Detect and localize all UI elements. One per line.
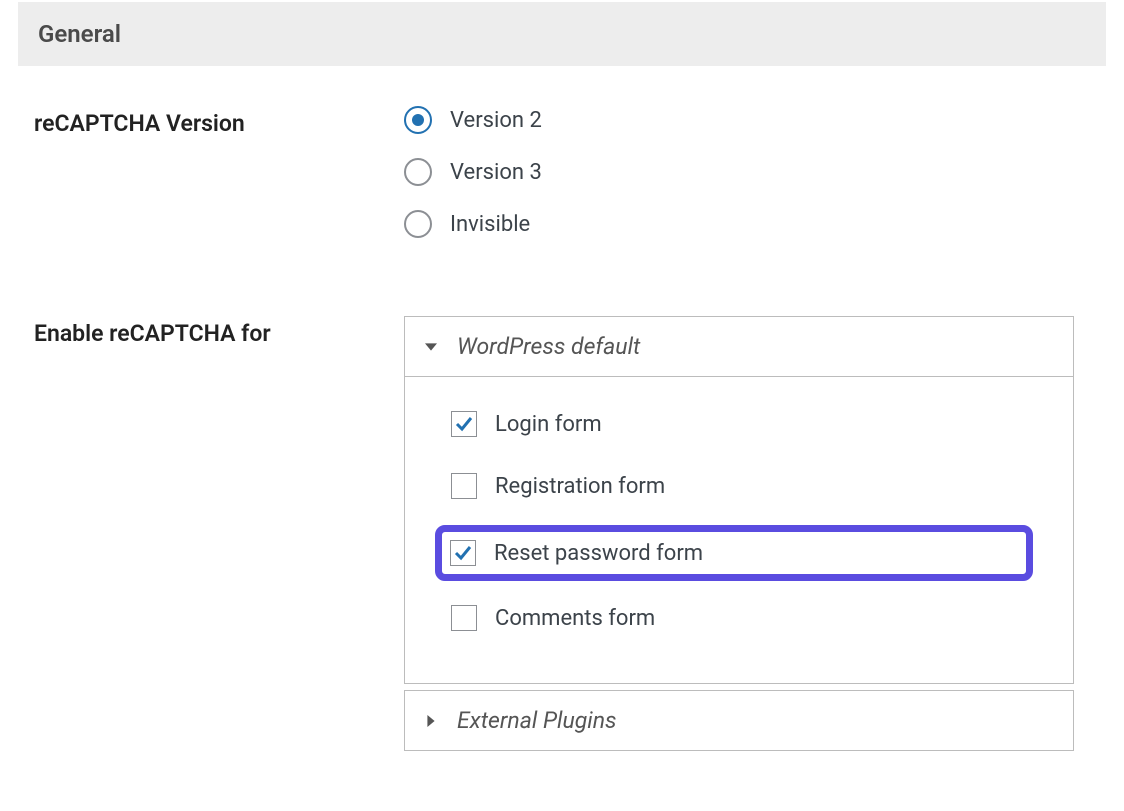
section-header-general: General [18, 2, 1106, 66]
radio-icon [404, 106, 432, 134]
accordion-header-wordpress-default[interactable]: WordPress default [405, 317, 1073, 376]
radio-icon [404, 158, 432, 186]
label-recaptcha-version: reCAPTCHA Version [34, 106, 404, 137]
checkbox-comments-form[interactable]: Comments form [445, 599, 1033, 637]
checkbox-icon [451, 473, 477, 499]
controls-enable-for: WordPress default Login form Registratio… [404, 316, 1124, 757]
label-enable-for: Enable reCAPTCHA for [34, 316, 404, 347]
checkbox-label: Comments form [495, 606, 655, 631]
radio-label: Invisible [450, 212, 530, 237]
checkbox-icon [451, 605, 477, 631]
chevron-down-icon [425, 341, 437, 353]
radio-invisible[interactable]: Invisible [404, 210, 1074, 238]
radio-label: Version 3 [450, 160, 542, 185]
checkbox-icon [451, 411, 477, 437]
radio-label: Version 2 [450, 108, 542, 133]
checkbox-label: Reset password form [494, 541, 703, 566]
accordion-header-external-plugins[interactable]: External Plugins [405, 691, 1073, 750]
controls-recaptcha-version: Version 2 Version 3 Invisible [404, 106, 1124, 262]
radio-version-2[interactable]: Version 2 [404, 106, 1074, 134]
accordion-title: WordPress default [457, 333, 640, 360]
row-recaptcha-version: reCAPTCHA Version Version 2 Version 3 In… [0, 106, 1124, 262]
accordion-wordpress-default: WordPress default Login form Registratio… [404, 316, 1074, 684]
checkbox-registration-form[interactable]: Registration form [445, 467, 1033, 505]
accordion-title: External Plugins [457, 707, 617, 734]
checkbox-label: Login form [495, 412, 602, 437]
accordion-body-wordpress-default: Login form Registration form Reset passw… [405, 376, 1073, 683]
checkbox-reset-password-form[interactable]: Reset password form [435, 525, 1033, 581]
row-enable-for: Enable reCAPTCHA for WordPress default L… [0, 316, 1124, 757]
checkbox-login-form[interactable]: Login form [445, 405, 1033, 443]
chevron-right-icon [425, 715, 437, 727]
section-title: General [38, 20, 1086, 48]
radio-icon [404, 210, 432, 238]
radio-version-3[interactable]: Version 3 [404, 158, 1074, 186]
checkbox-icon [450, 540, 476, 566]
checkbox-label: Registration form [495, 474, 665, 499]
